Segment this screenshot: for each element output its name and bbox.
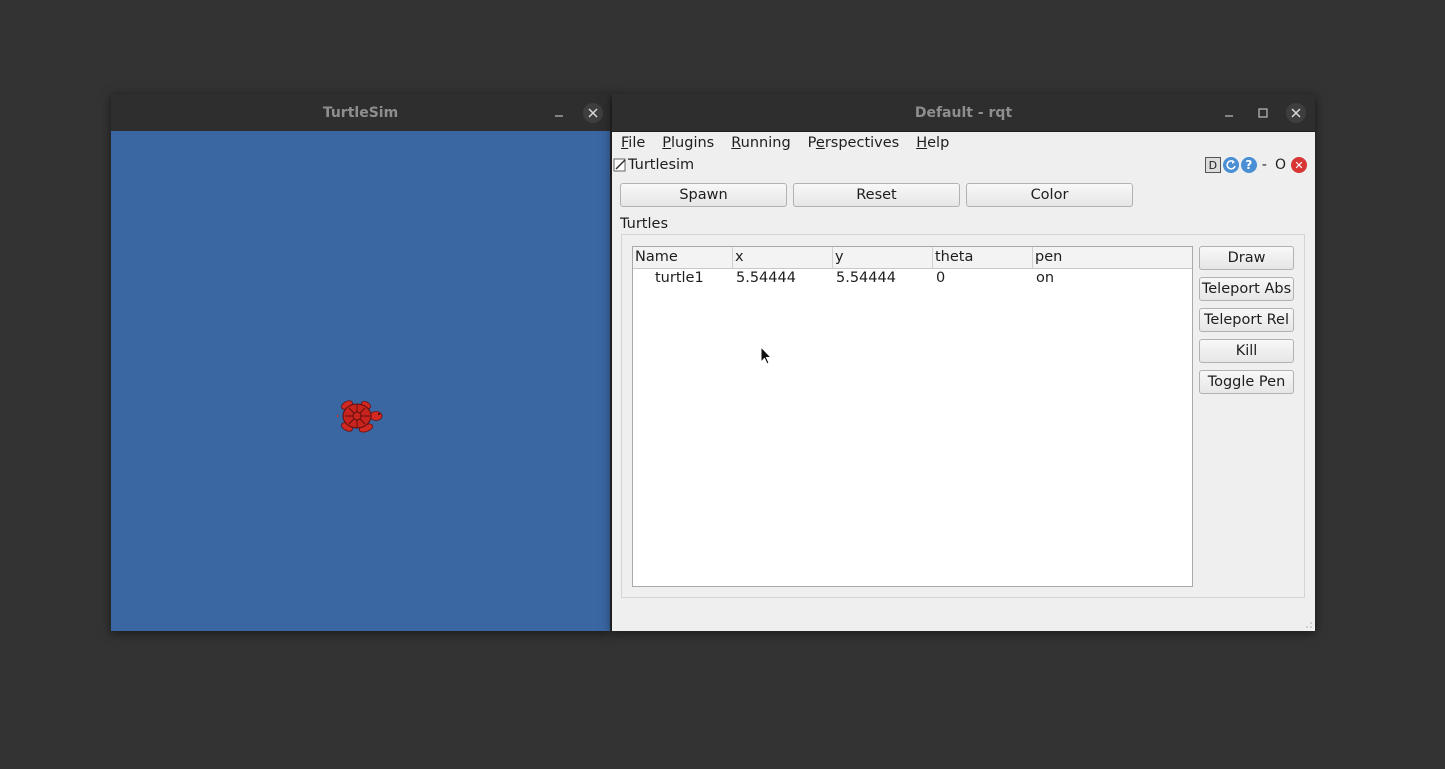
menu-bar: File Plugins Running Perspectives Help (612, 131, 1315, 155)
toggle-pen-button[interactable]: Toggle Pen (1199, 370, 1294, 394)
turtlesim-title: TurtleSim (322, 104, 399, 121)
column-header-x[interactable]: x (733, 247, 833, 268)
column-header-theta[interactable]: theta (933, 247, 1033, 268)
maximize-button[interactable] (1253, 94, 1273, 131)
minimize-plugin-button[interactable]: - (1259, 157, 1270, 173)
menu-perspectives[interactable]: Perspectives (799, 135, 908, 151)
help-button[interactable]: ? (1240, 157, 1257, 173)
turtle-canvas[interactable] (111, 131, 610, 631)
rqt-window: Default - rqt File Plugins Running Persp… (612, 94, 1315, 631)
menu-help[interactable]: Help (907, 135, 957, 151)
plugin-controls: D ? - O ✕ (1204, 157, 1307, 173)
minimize-button[interactable] (549, 94, 569, 131)
kill-button[interactable]: Kill (1199, 339, 1294, 363)
turtles-table[interactable]: Name x y theta pen turtle1 5.54444 5.544… (632, 246, 1193, 587)
reset-button[interactable]: Reset (793, 183, 960, 207)
spawn-button[interactable]: Spawn (620, 183, 787, 207)
turtle-icon (337, 400, 383, 433)
plugin-header: Turtlesim D ? - O ✕ (612, 156, 1315, 178)
plugin-title[interactable]: Turtlesim (613, 157, 694, 173)
dock-button[interactable]: D (1204, 157, 1221, 173)
column-header-name[interactable]: Name (633, 247, 733, 268)
help-icon: ? (1245, 158, 1253, 172)
cell-x: 5.54444 (736, 270, 796, 286)
draw-button[interactable]: Draw (1199, 246, 1294, 270)
close-plugin-button[interactable]: ✕ (1291, 157, 1307, 173)
close-icon (588, 107, 598, 118)
color-button[interactable]: Color (966, 183, 1133, 207)
cell-name: turtle1 (655, 270, 704, 286)
edit-icon (613, 158, 626, 172)
close-icon (1291, 107, 1301, 118)
table-header: Name x y theta pen (633, 247, 1192, 269)
close-button[interactable] (1285, 94, 1307, 131)
rqt-titlebar[interactable]: Default - rqt (612, 94, 1315, 132)
menu-file[interactable]: File (612, 135, 653, 151)
cell-pen: on (1036, 270, 1055, 286)
teleport-rel-button[interactable]: Teleport Rel (1199, 308, 1294, 332)
column-header-y[interactable]: y (833, 247, 933, 268)
reload-button[interactable] (1222, 157, 1239, 173)
teleport-abs-button[interactable]: Teleport Abs (1199, 277, 1294, 301)
table-row[interactable]: turtle1 5.54444 5.54444 0 on (633, 268, 1192, 288)
turtlesim-window: TurtleSim (111, 94, 610, 631)
close-button[interactable] (582, 94, 604, 131)
cell-y: 5.54444 (836, 270, 896, 286)
rqt-title: Default - rqt (914, 104, 1013, 121)
minimize-button[interactable] (1219, 94, 1239, 131)
float-plugin-button[interactable]: O (1272, 157, 1289, 173)
mouse-cursor-icon (760, 346, 772, 365)
cell-theta: 0 (936, 270, 946, 286)
turtles-label: Turtles (620, 216, 668, 232)
reload-icon (1226, 160, 1236, 170)
menu-running[interactable]: Running (722, 135, 798, 151)
column-header-pen[interactable]: pen (1033, 247, 1192, 268)
minimize-icon (555, 114, 563, 117)
maximize-icon (1258, 107, 1268, 118)
resize-grip-icon[interactable] (1305, 621, 1313, 629)
turtlesim-titlebar[interactable]: TurtleSim (111, 94, 610, 132)
menu-plugins[interactable]: Plugins (653, 135, 722, 151)
minimize-icon (1225, 114, 1233, 117)
close-icon: ✕ (1294, 158, 1304, 172)
